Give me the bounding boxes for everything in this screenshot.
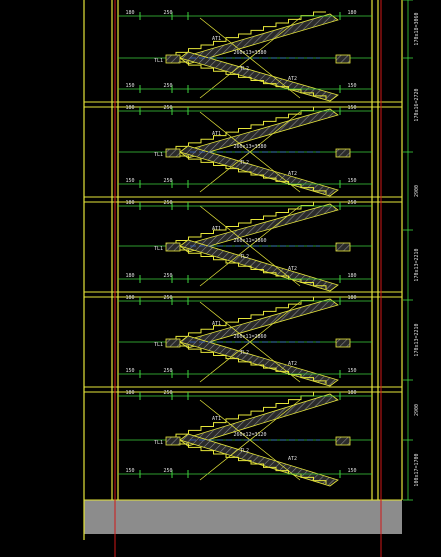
dim-text-bottom-3-1: 250 xyxy=(163,368,172,374)
beam-right-2 xyxy=(335,242,351,252)
beam-right-1 xyxy=(335,148,351,158)
dim-text-bottom-3-2: 150 xyxy=(347,368,356,374)
stair-spec-4: 260x12=3120 xyxy=(233,432,266,438)
dim-text-top-2-2: 250 xyxy=(347,200,356,206)
dim-text-bottom-2-1: 250 xyxy=(163,273,172,279)
flight-label-b-4: AT2 xyxy=(288,456,297,462)
drawing-canvas: 180 250 180 150 250 150 260x13=3380 TL1 TL2 AT1 AT… xyxy=(0,0,441,557)
dim-text-bottom-3-0: 150 xyxy=(125,368,134,374)
beam-label-mid-4: TL2 xyxy=(240,448,249,454)
right-dim-text-0: 170x18=3060 xyxy=(414,12,420,45)
dim-text-top-4-1: 250 xyxy=(163,390,172,396)
beam-left-4 xyxy=(165,436,181,446)
dim-text-top-2-0: 180 xyxy=(125,200,134,206)
flight-label-a-3: AT1 xyxy=(212,321,221,327)
dim-text-top-1-1: 250 xyxy=(163,105,172,111)
right-dim-text-3: 170x13=2210 xyxy=(414,248,420,281)
dim-text-bottom-4-0: 150 xyxy=(125,468,134,474)
flight-label-b-1: AT2 xyxy=(288,171,297,177)
dim-text-top-4-0: 180 xyxy=(125,390,134,396)
right-dim-text-2: 2900 xyxy=(414,185,420,197)
dim-text-bottom-1-1: 250 xyxy=(163,178,172,184)
stair-spec-1: 260x13=3380 xyxy=(233,144,266,150)
beam-label-mid-0: TL2 xyxy=(240,66,249,72)
dim-text-bottom-4-1: 250 xyxy=(163,468,172,474)
beam-label-left-4: TL1 xyxy=(154,440,163,446)
dim-text-top-2-1: 250 xyxy=(163,200,172,206)
flight-label-a-4: AT1 xyxy=(212,416,221,422)
dim-text-top-1-2: 150 xyxy=(347,105,356,111)
dim-text-bottom-0-2: 150 xyxy=(347,83,356,89)
beam-label-mid-2: TL2 xyxy=(240,254,249,260)
right-dim-text-4: 170x13=2210 xyxy=(414,323,420,356)
beam-label-left-2: TL1 xyxy=(154,246,163,252)
dim-text-top-0-2: 180 xyxy=(347,10,356,16)
flight-label-a-2: AT1 xyxy=(212,226,221,232)
stair-slab-lower-4 xyxy=(179,433,339,487)
beam-label-mid-3: TL2 xyxy=(240,350,249,356)
dim-text-top-0-1: 250 xyxy=(163,10,172,16)
flight-label-b-3: AT2 xyxy=(288,361,297,367)
flight-label-b-2: AT2 xyxy=(288,266,297,272)
dim-text-top-4-2: 180 xyxy=(347,390,356,396)
dim-text-bottom-2-0: 180 xyxy=(125,273,134,279)
dim-text-top-1-0: 180 xyxy=(125,105,134,111)
dim-text-bottom-4-2: 150 xyxy=(347,468,356,474)
axes-layer xyxy=(114,0,382,557)
right-dim-text-1: 170x16=2720 xyxy=(414,88,420,121)
beam-right-4 xyxy=(335,436,351,446)
beam-left-1 xyxy=(165,148,181,158)
beam-left-0 xyxy=(165,54,181,64)
dim-text-bottom-1-0: 150 xyxy=(125,178,134,184)
beam-left-3 xyxy=(165,338,181,348)
dim-text-bottom-2-2: 180 xyxy=(347,273,356,279)
ground-slab xyxy=(84,500,402,534)
beam-right-0 xyxy=(335,54,351,64)
stair-spec-0: 260x13=3380 xyxy=(233,50,266,56)
beam-left-2 xyxy=(165,242,181,252)
dim-text-top-3-1: 250 xyxy=(163,295,172,301)
stairs-layer xyxy=(165,11,351,487)
stair-slab-upper-4 xyxy=(179,393,339,447)
beam-right-3 xyxy=(335,338,351,348)
right-dim-text-6: 100x17=1700 xyxy=(414,453,420,486)
dim-text-top-3-0: 180 xyxy=(125,295,134,301)
beam-label-mid-1: TL2 xyxy=(240,160,249,166)
flight-label-a-1: AT1 xyxy=(212,131,221,137)
dim-text-top-0-0: 180 xyxy=(125,10,134,16)
dim-text-top-3-2: 180 xyxy=(347,295,356,301)
beam-label-left-1: TL1 xyxy=(154,152,163,158)
stair-section-drawing: 180 250 180 150 250 150 260x13=3380 TL1 TL2 AT1 AT… xyxy=(83,0,420,557)
stair-slab-lower-1 xyxy=(179,145,339,197)
flight-label-b-0: AT2 xyxy=(288,76,297,82)
dim-text-bottom-1-2: 150 xyxy=(347,178,356,184)
stair-spec-3: 260x11=2860 xyxy=(233,334,266,340)
ground-layer xyxy=(84,499,402,534)
beam-label-left-3: TL1 xyxy=(154,342,163,348)
stair-spec-2: 260x11=2860 xyxy=(233,238,266,244)
stair-slab-lower-0 xyxy=(179,51,339,102)
dim-text-bottom-0-0: 150 xyxy=(125,83,134,89)
stair-slab-lower-3 xyxy=(179,335,339,387)
dim-text-bottom-0-1: 250 xyxy=(163,83,172,89)
right-dim-text-5: 2900 xyxy=(414,404,420,416)
flight-label-a-0: AT1 xyxy=(212,36,221,42)
beam-label-left-0: TL1 xyxy=(154,58,163,64)
